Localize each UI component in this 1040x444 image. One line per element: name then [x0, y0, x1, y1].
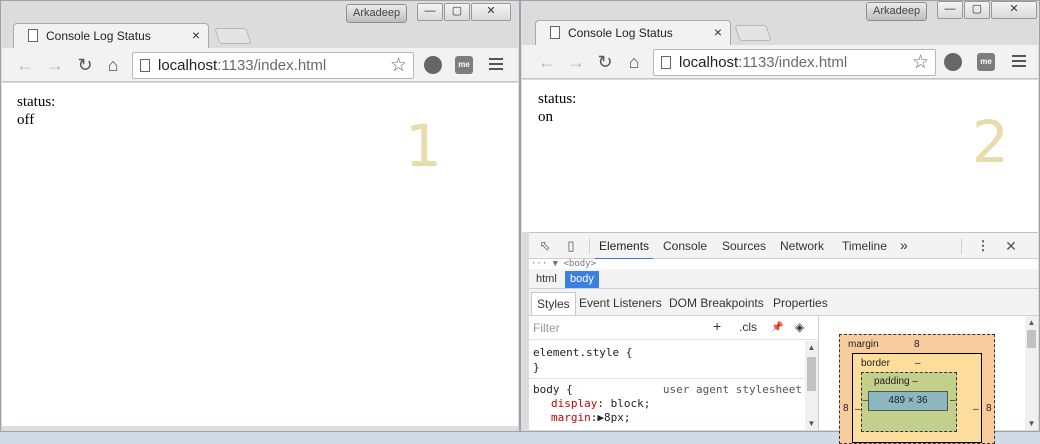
- tab-close-icon[interactable]: ×: [714, 24, 722, 40]
- tab-sources[interactable]: Sources: [722, 239, 766, 253]
- tab-title: Console Log Status: [568, 26, 673, 40]
- divider: [961, 238, 962, 254]
- home-icon[interactable]: ⌂: [623, 51, 645, 73]
- new-tab-button[interactable]: [734, 25, 772, 41]
- tab-console-log-status[interactable]: Console Log Status ×: [13, 23, 209, 48]
- toolbar: ← → ↻ ⌂ localhost:1133/index.html ☆ me: [2, 48, 518, 82]
- sidebar-tabs: Styles Event Listeners DOM Breakpoints P…: [529, 289, 1038, 316]
- devtools-menu-icon[interactable]: ⋮: [975, 238, 991, 254]
- inspect-element-icon[interactable]: ⬁: [537, 238, 553, 254]
- me-extension-icon[interactable]: me: [977, 53, 995, 71]
- me-extension-icon[interactable]: me: [455, 56, 473, 74]
- bookmark-star-icon[interactable]: ☆: [912, 51, 929, 74]
- toggle-element-state-icon[interactable]: ◈: [795, 320, 804, 334]
- more-tabs-icon[interactable]: »: [900, 237, 908, 253]
- tab-elements[interactable]: Elements: [594, 239, 654, 260]
- maximize-button[interactable]: ▢: [444, 3, 470, 21]
- box-model-content: 489 × 36: [868, 391, 948, 411]
- close-button[interactable]: ✕: [471, 3, 511, 21]
- status-label: status:: [17, 94, 56, 110]
- scrollbar-thumb[interactable]: [1027, 330, 1036, 348]
- url-text: localhost:1133/index.html: [679, 54, 848, 71]
- body-rule-selector[interactable]: body {: [533, 383, 573, 397]
- minimize-button[interactable]: —: [417, 3, 443, 21]
- status-value: off: [17, 112, 35, 128]
- toolbar: ← → ↻ ⌂ localhost:1133/index.html ☆ me: [522, 45, 1038, 79]
- reload-icon[interactable]: ↻: [74, 54, 96, 76]
- new-tab-button[interactable]: [214, 28, 252, 44]
- tab-console-log-status[interactable]: Console Log Status ×: [535, 20, 731, 45]
- browser-window-1: Arkadeep — ▢ ✕ Console Log Status × ← → …: [0, 0, 520, 432]
- page-icon: [550, 26, 560, 39]
- scrollbar-thumb[interactable]: [807, 357, 816, 391]
- tab-event-listeners[interactable]: Event Listeners: [579, 296, 662, 310]
- url-text: localhost:1133/index.html: [158, 57, 327, 74]
- breadcrumb: html body: [529, 269, 1038, 289]
- add-rule-icon[interactable]: +: [713, 318, 721, 334]
- box-model-margin: margin 8 8 8 border – – – padding – – – …: [839, 334, 995, 444]
- profile-button[interactable]: Arkadeep: [346, 4, 408, 23]
- address-bar[interactable]: localhost:1133/index.html ☆: [132, 52, 414, 79]
- device-mode-icon[interactable]: ▯: [563, 238, 579, 254]
- window-number-label: 2: [972, 108, 1009, 176]
- page-content: status: on 2: [522, 80, 1038, 232]
- menu-icon[interactable]: [1012, 55, 1026, 69]
- profile-button[interactable]: Arkadeep: [866, 2, 928, 21]
- box-model-padding: padding – – – 489 × 36: [861, 372, 957, 432]
- minimize-button[interactable]: —: [937, 1, 963, 19]
- extension-icon[interactable]: [944, 53, 962, 71]
- styles-pane: Filter + .cls 📌 ◈ element.style { } body…: [529, 316, 819, 430]
- forward-arrow-icon[interactable]: →: [44, 54, 66, 76]
- tab-close-icon[interactable]: ×: [192, 27, 200, 43]
- breadcrumb-html[interactable]: html: [531, 271, 562, 288]
- back-arrow-icon[interactable]: ←: [14, 54, 36, 76]
- cls-button[interactable]: .cls: [739, 320, 757, 334]
- box-model-border: border – – – padding – – – 489 × 36: [852, 353, 982, 443]
- back-arrow-icon[interactable]: ←: [536, 51, 558, 73]
- status-value: on: [538, 109, 553, 125]
- divider: [589, 238, 590, 254]
- styles-scrollbar[interactable]: ▲ ▼: [805, 341, 818, 430]
- tab-dom-breakpoints[interactable]: DOM Breakpoints: [669, 296, 764, 310]
- tab-properties[interactable]: Properties: [773, 296, 828, 310]
- tab-timeline[interactable]: Timeline: [842, 239, 887, 253]
- status-label: status:: [538, 91, 577, 107]
- box-model-pane: margin 8 8 8 border – – – padding – – – …: [819, 316, 1038, 444]
- rule-close-brace: }: [533, 361, 540, 374]
- filter-row: Filter + .cls 📌 ◈: [529, 316, 818, 340]
- tab-network[interactable]: Network: [780, 239, 824, 253]
- page-info-icon[interactable]: [661, 56, 671, 69]
- margin-declaration[interactable]: margin:▶8px;: [551, 411, 631, 425]
- page-icon: [28, 29, 38, 42]
- tab-title: Console Log Status: [46, 29, 151, 43]
- devtools-tabbar: ⬁ ▯ Elements Console Sources Network Tim…: [529, 233, 1038, 260]
- browser-window-2: Arkadeep — ▢ ✕ Console Log Status × ← → …: [520, 0, 1040, 444]
- reload-icon[interactable]: ↻: [594, 51, 616, 73]
- display-declaration[interactable]: display: block;: [551, 397, 650, 411]
- page-info-icon[interactable]: [140, 59, 150, 72]
- forward-arrow-icon[interactable]: →: [565, 51, 587, 73]
- page-content: status: off 1: [2, 83, 518, 426]
- address-bar[interactable]: localhost:1133/index.html ☆: [653, 49, 936, 76]
- bookmark-star-icon[interactable]: ☆: [390, 54, 407, 77]
- dom-tree-row[interactable]: ··· ▼ <body>: [529, 259, 1038, 269]
- breadcrumb-body[interactable]: body: [565, 271, 599, 288]
- close-button[interactable]: ✕: [991, 1, 1037, 19]
- tab-styles[interactable]: Styles: [531, 292, 576, 315]
- devtools-panel: ⬁ ▯ Elements Console Sources Network Tim…: [529, 232, 1038, 444]
- close-devtools-icon[interactable]: ✕: [1003, 238, 1019, 254]
- tab-console[interactable]: Console: [663, 239, 707, 253]
- maximize-button[interactable]: ▢: [964, 1, 990, 19]
- window-number-label: 1: [405, 112, 442, 180]
- pin-icon[interactable]: 📌: [771, 322, 783, 333]
- home-icon[interactable]: ⌂: [102, 54, 124, 76]
- filter-input[interactable]: Filter: [533, 321, 560, 335]
- element-style-rule[interactable]: element.style {: [533, 346, 632, 360]
- menu-icon[interactable]: [489, 58, 503, 72]
- box-model-scrollbar[interactable]: ▲ ▼: [1025, 316, 1038, 430]
- extension-icon[interactable]: [424, 56, 442, 74]
- user-agent-stylesheet-label: user agent stylesheet: [662, 383, 802, 396]
